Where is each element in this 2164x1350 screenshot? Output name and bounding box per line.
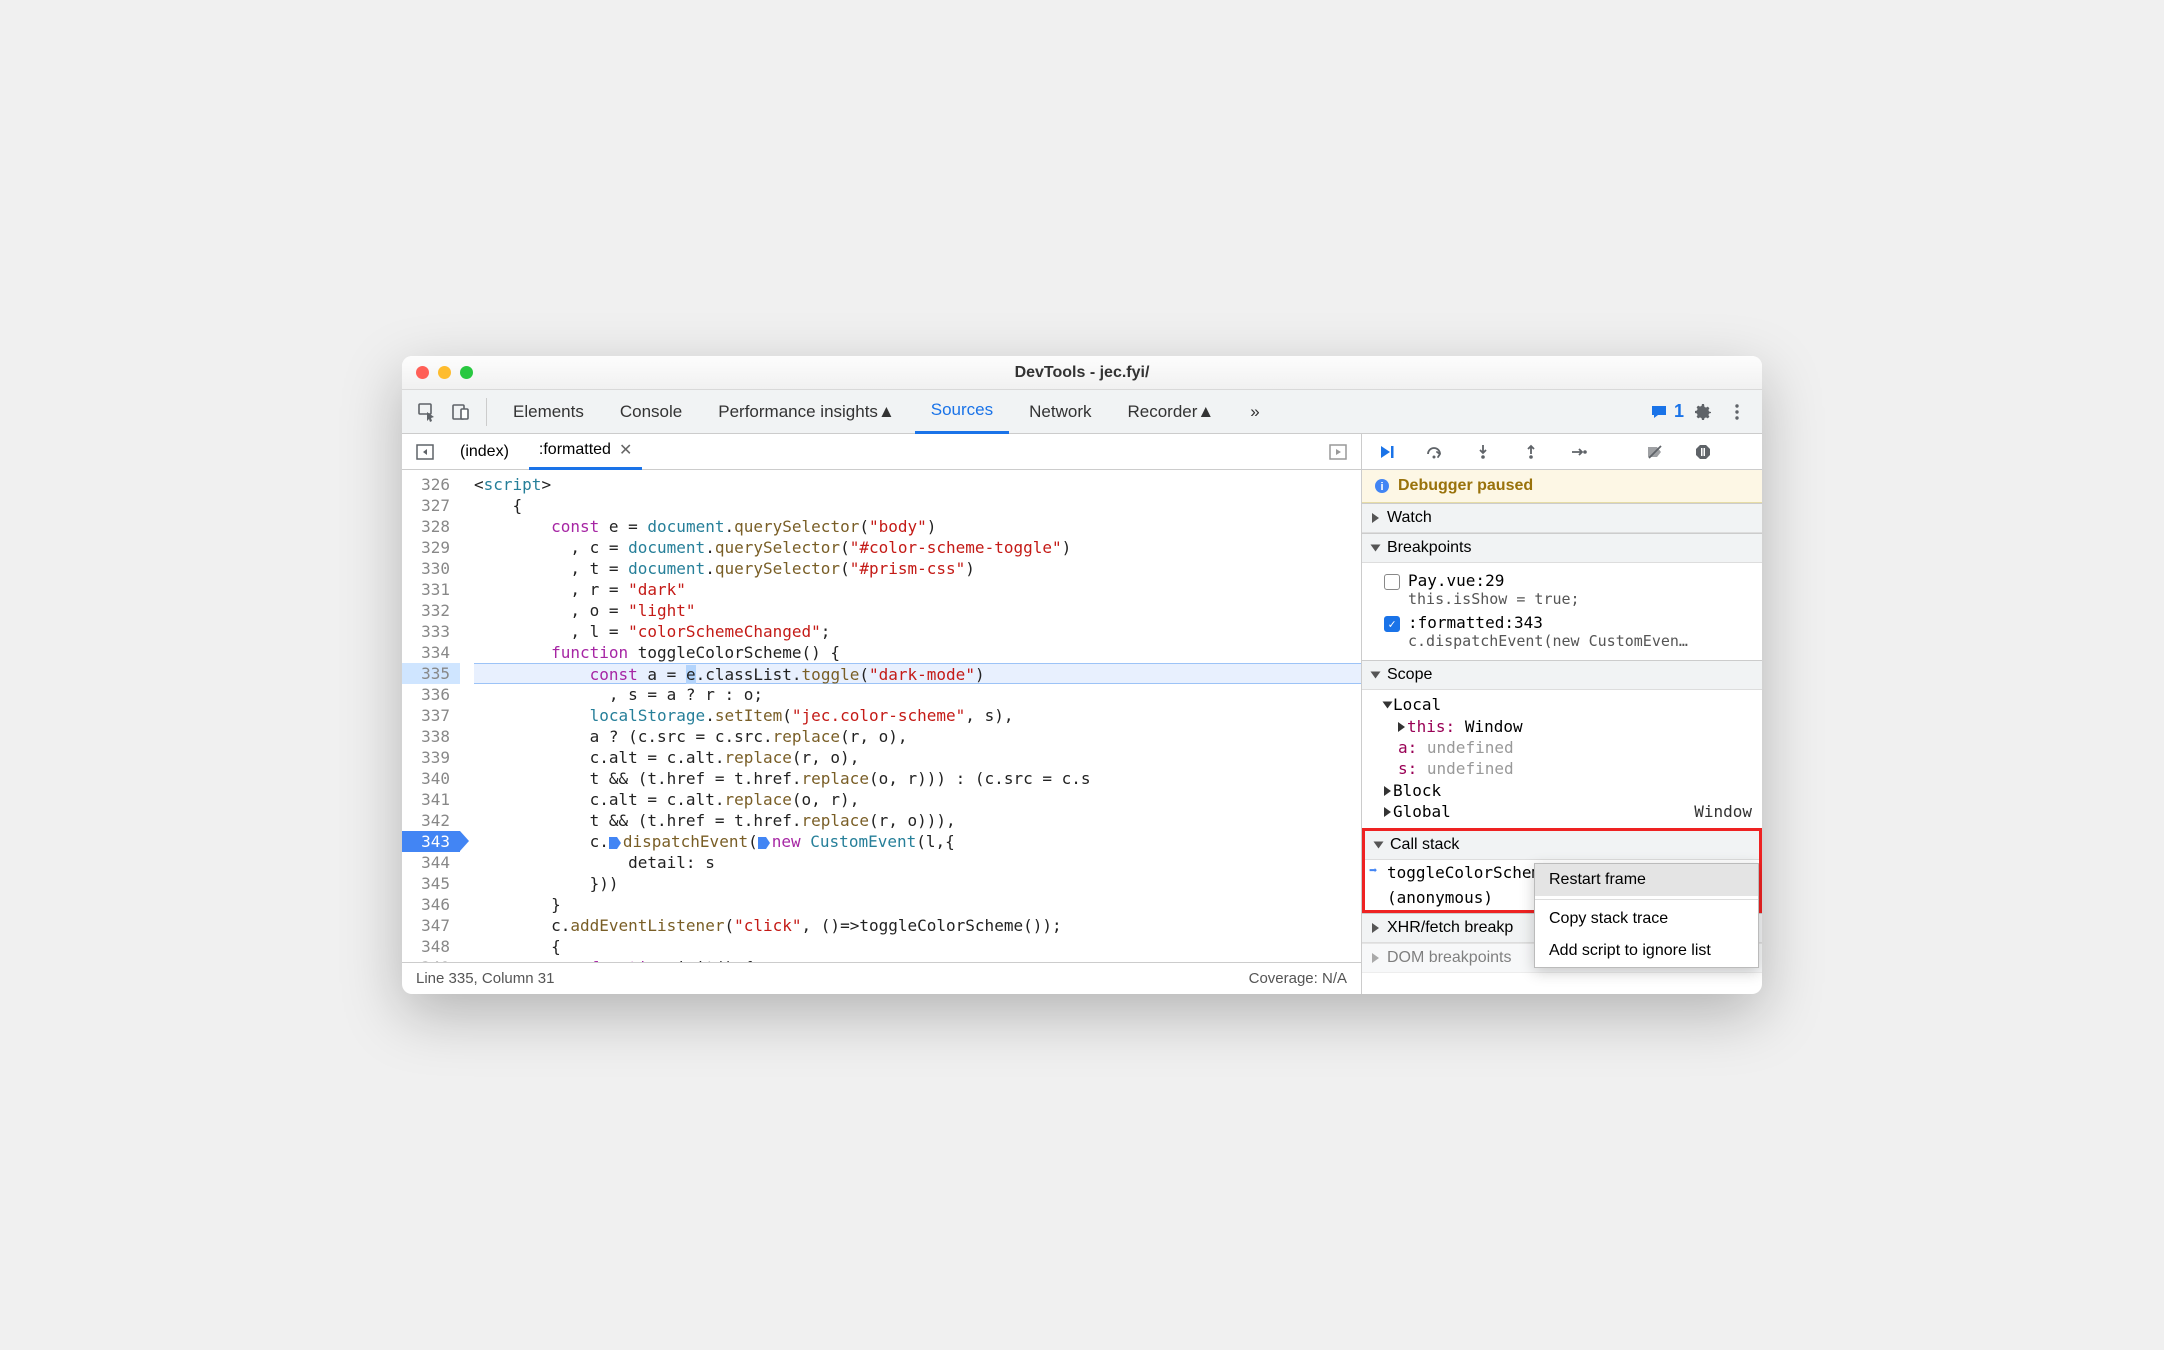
deactivate-breakpoints-icon[interactable]	[1640, 437, 1670, 467]
more-tabs[interactable]: »	[1234, 390, 1275, 434]
flask-icon: ▲	[1197, 402, 1214, 422]
tab-recorder[interactable]: Recorder ▲	[1112, 390, 1231, 434]
toggle-device-toolbar-icon[interactable]	[446, 397, 476, 427]
debugger-sidebar: i Debugger paused Watch Breakpoints Pay.…	[1362, 434, 1762, 994]
chevron-right-icon	[1384, 807, 1391, 817]
tab-network[interactable]: Network	[1013, 390, 1107, 434]
chevron-down-icon	[1383, 702, 1393, 709]
resume-icon[interactable]	[1372, 437, 1402, 467]
editor-tab-index[interactable]: (index)	[450, 434, 519, 470]
ctx-copy-stack-trace[interactable]: Copy stack trace	[1535, 903, 1758, 935]
chevron-down-icon	[1374, 842, 1384, 849]
tab-performance-insights[interactable]: Performance insights ▲	[702, 390, 911, 434]
inspect-element-icon[interactable]	[412, 397, 442, 427]
devtools-window: DevTools - jec.fyi/ Elements Console Per…	[402, 356, 1762, 994]
chevron-right-icon	[1384, 786, 1391, 796]
settings-icon[interactable]	[1688, 397, 1718, 427]
debugger-paused-banner: i Debugger paused	[1362, 470, 1762, 503]
main: (index) :formatted ✕ 3263273283293303313…	[402, 434, 1762, 994]
mac-titlebar: DevTools - jec.fyi/	[402, 356, 1762, 390]
coverage-status: Coverage: N/A	[1249, 970, 1347, 987]
tab-sources[interactable]: Sources	[915, 390, 1009, 434]
flask-icon: ▲	[878, 402, 895, 422]
pause-on-exceptions-icon[interactable]	[1688, 437, 1718, 467]
chevron-right-icon	[1372, 923, 1379, 933]
traffic-lights	[416, 366, 473, 379]
breakpoints-panel-header[interactable]: Breakpoints	[1362, 533, 1762, 563]
checkbox-icon[interactable]	[1384, 616, 1400, 632]
checkbox-icon[interactable]	[1384, 574, 1400, 590]
code-editor[interactable]: 3263273283293303313323333343353363373383…	[402, 470, 1361, 962]
ctx-restart-frame[interactable]: Restart frame	[1535, 864, 1758, 896]
editor-tabs: (index) :formatted ✕	[402, 434, 1361, 470]
svg-text:i: i	[1380, 481, 1383, 493]
ctx-add-to-ignore-list[interactable]: Add script to ignore list	[1535, 935, 1758, 967]
breakpoint-item[interactable]: Pay.vue:29this.isShow = true;	[1384, 570, 1752, 609]
call-stack-panel: Call stack toggleColorScheme:formatted:3…	[1362, 828, 1762, 913]
watch-panel-header[interactable]: Watch	[1362, 503, 1762, 533]
tab-console[interactable]: Console	[604, 390, 698, 434]
close-window-icon[interactable]	[416, 366, 429, 379]
kebab-menu-icon[interactable]	[1722, 397, 1752, 427]
chevron-down-icon	[1371, 545, 1381, 552]
run-snippet-icon[interactable]	[1323, 437, 1353, 467]
breakpoints-panel: Pay.vue:29this.isShow = true;:formatted:…	[1362, 563, 1762, 660]
window-title: DevTools - jec.fyi/	[402, 364, 1762, 382]
scope-panel-header[interactable]: Scope	[1362, 660, 1762, 690]
issues-badge[interactable]: 1	[1650, 401, 1684, 422]
zoom-window-icon[interactable]	[460, 366, 473, 379]
call-stack-context-menu: Restart frame Copy stack trace Add scrip…	[1534, 863, 1759, 968]
step-over-icon[interactable]	[1420, 437, 1450, 467]
minimize-window-icon[interactable]	[438, 366, 451, 379]
chevron-right-icon	[1372, 513, 1379, 523]
breakpoint-item[interactable]: :formatted:343c.dispatchEvent(new Custom…	[1384, 612, 1752, 651]
message-icon	[1650, 403, 1668, 421]
info-icon: i	[1374, 478, 1390, 494]
show-navigator-icon[interactable]	[410, 437, 440, 467]
step-out-icon[interactable]	[1516, 437, 1546, 467]
editor-statusbar: Line 335, Column 31 Coverage: N/A	[402, 962, 1361, 994]
chevron-right-icon	[1372, 953, 1379, 963]
step-icon[interactable]	[1564, 437, 1594, 467]
editor-pane: (index) :formatted ✕ 3263273283293303313…	[402, 434, 1362, 994]
step-into-icon[interactable]	[1468, 437, 1498, 467]
cursor-position: Line 335, Column 31	[416, 970, 554, 987]
devtools-tabbar: Elements Console Performance insights ▲ …	[402, 390, 1762, 434]
tab-elements[interactable]: Elements	[497, 390, 600, 434]
debugger-controls	[1362, 434, 1762, 470]
editor-tab-formatted[interactable]: :formatted ✕	[529, 434, 642, 470]
chevron-down-icon	[1371, 672, 1381, 679]
divider	[486, 398, 487, 426]
call-stack-header[interactable]: Call stack	[1365, 831, 1759, 860]
scope-panel: Local this: Windowa: undefineds: undefin…	[1362, 690, 1762, 828]
close-tab-icon[interactable]: ✕	[619, 440, 632, 460]
